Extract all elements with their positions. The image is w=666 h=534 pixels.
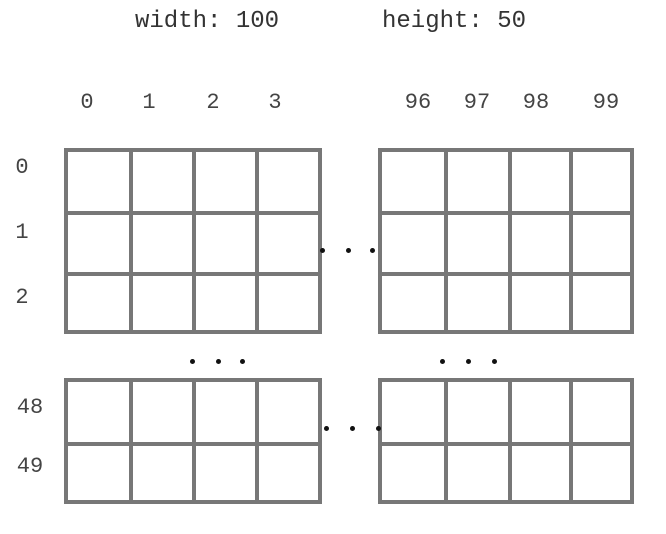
grid-top-left [64,148,322,334]
grid-bottom-left [64,378,322,504]
row-label: 1 [15,220,29,245]
column-label: 98 [522,90,550,115]
row-label: 49 [16,454,44,479]
row-label: 48 [16,395,44,420]
column-label: 96 [404,90,432,115]
grid-top-right [378,148,634,334]
height-label: height: 50 [382,8,527,35]
column-label: 1 [142,90,156,115]
column-label: 3 [268,90,282,115]
width-label: width: 100 [135,8,280,35]
column-label: 99 [592,90,620,115]
row-label: 0 [15,155,29,180]
row-label: 2 [15,285,29,310]
grid-bottom-right [378,378,634,504]
column-label: 0 [80,90,94,115]
column-label: 2 [206,90,220,115]
column-label: 97 [463,90,491,115]
